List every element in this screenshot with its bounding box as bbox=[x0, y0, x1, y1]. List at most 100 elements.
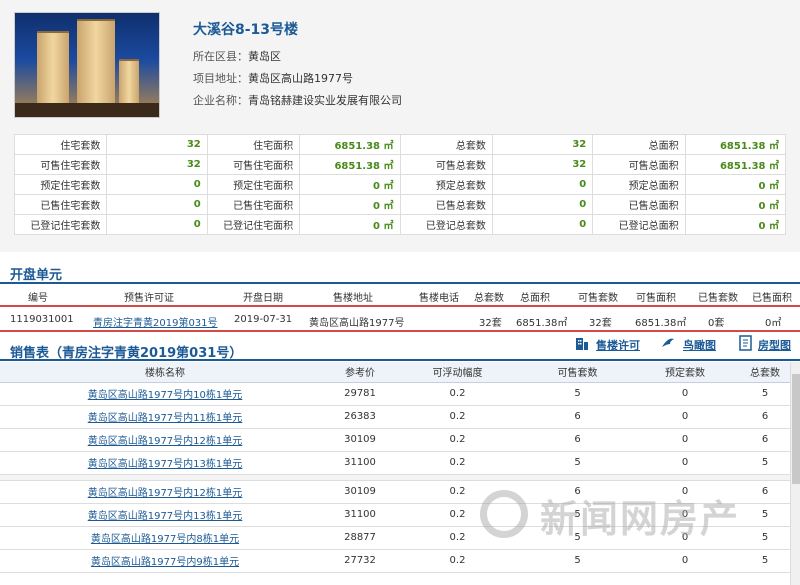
sales-cell: 6 bbox=[525, 405, 630, 429]
floorplan-icon bbox=[739, 335, 752, 351]
stat-value: 0 ㎡ bbox=[299, 174, 401, 195]
sales-cell: 31100 bbox=[330, 451, 390, 475]
opening-header: 总面积 bbox=[520, 293, 550, 304]
project-photo[interactable] bbox=[14, 12, 160, 118]
building-link[interactable]: 黄岛区高山路1977号内13栋1单元 bbox=[0, 503, 330, 527]
stat-label: 可售住宅套数 bbox=[13, 154, 108, 175]
table-row: 黄岛区高山路1977号内11栋1单元 26383 0.2 6 0 6 bbox=[0, 405, 790, 429]
table-row: 黄岛区高山路1977号内13栋1单元 31100 0.2 5 0 5 bbox=[0, 451, 790, 475]
building-link[interactable]: 黄岛区高山路1977号内13栋1单元 bbox=[0, 451, 330, 475]
sales-cell: 5 bbox=[740, 549, 790, 573]
building-icon bbox=[576, 338, 588, 350]
stat-value: 0 ㎡ bbox=[299, 194, 401, 215]
stat-label: 预定住宅套数 bbox=[13, 174, 108, 195]
building-link[interactable]: 黄岛区高山路1977号内12栋1单元 bbox=[0, 480, 330, 504]
stat-value: 0 bbox=[106, 174, 208, 195]
stat-value: 0 bbox=[491, 174, 594, 195]
stat-value: 32 bbox=[491, 134, 594, 155]
sales-cell: 5 bbox=[740, 382, 790, 406]
sales-cell: 0.2 bbox=[390, 405, 525, 429]
opening-header: 可售面积 bbox=[636, 293, 676, 304]
sales-header: 预定套数 bbox=[630, 362, 740, 383]
sales-cell: 0 bbox=[630, 549, 740, 573]
sales-cell: 30109 bbox=[330, 428, 390, 452]
stats-table: 住宅套数 32 住宅面积 6851.38 ㎡总套数 32 总面积 6851.38 ㎡可售住宅… bbox=[13, 134, 787, 235]
opening-header-divider bbox=[0, 305, 800, 307]
sales-permit-button[interactable]: 售楼许可 bbox=[596, 337, 640, 353]
opening-total: 32套 bbox=[479, 318, 502, 329]
stat-label: 预定总面积 bbox=[592, 174, 686, 195]
sales-cell: 5 bbox=[525, 451, 630, 475]
stat-value: 6851.38 ㎡ bbox=[299, 134, 401, 155]
opening-sold: 0套 bbox=[708, 318, 725, 329]
stat-label: 已售总面积 bbox=[592, 194, 686, 215]
stats-row: 住宅套数 32 住宅面积 6851.38 ㎡总套数 32 总面积 6851.38 ㎡ bbox=[13, 134, 787, 155]
sales-header: 参考价 bbox=[330, 362, 390, 383]
stat-label: 总面积 bbox=[592, 134, 686, 155]
opening-avail-area: 6851.38㎡ bbox=[635, 318, 687, 329]
opening-header: 售楼地址 bbox=[333, 293, 373, 304]
opening-permit-link[interactable]: 青房注字青黄2019第031号 bbox=[93, 314, 218, 329]
building-link[interactable]: 黄岛区高山路1977号内12栋1单元 bbox=[0, 428, 330, 452]
sales-header: 总套数 bbox=[740, 362, 790, 383]
address-value: 黄岛区高山路1977号 bbox=[248, 72, 353, 85]
sales-scrollbar[interactable] bbox=[790, 362, 800, 585]
stat-value: 0 bbox=[491, 214, 594, 235]
stat-value: 0 bbox=[106, 214, 208, 235]
watermark-logo bbox=[480, 490, 528, 538]
sales-cell: 6 bbox=[740, 480, 790, 504]
watermark-text: 新闻网房产 bbox=[540, 497, 741, 541]
table-row: 黄岛区高山路1977号内9栋1单元 27732 0.2 5 0 5 bbox=[0, 549, 790, 573]
opening-sold-area: 0㎡ bbox=[765, 318, 782, 329]
opening-address: 黄岛区高山路1977号 bbox=[309, 318, 405, 329]
opening-header: 预售许可证 bbox=[124, 293, 174, 304]
sales-cell: 5 bbox=[740, 451, 790, 475]
building-link[interactable]: 黄岛区高山路1977号内10栋1单元 bbox=[0, 382, 330, 406]
stat-label: 已登记住宅套数 bbox=[13, 214, 108, 235]
sales-divider bbox=[0, 359, 800, 361]
sales-cell: 5 bbox=[525, 382, 630, 406]
stat-value: 6851.38 ㎡ bbox=[684, 154, 787, 175]
sales-cell: 6 bbox=[740, 428, 790, 452]
sales-cell: 29781 bbox=[330, 382, 390, 406]
building-link[interactable]: 黄岛区高山路1977号内11栋1单元 bbox=[0, 405, 330, 429]
opening-header: 开盘日期 bbox=[243, 293, 283, 304]
sales-cell: 27732 bbox=[330, 549, 390, 573]
sales-cell: 28877 bbox=[330, 526, 390, 550]
stat-label: 住宅面积 bbox=[206, 134, 301, 155]
stat-label: 已售住宅套数 bbox=[13, 194, 108, 215]
building-link[interactable]: 黄岛区高山路1977号内9栋1单元 bbox=[0, 549, 330, 573]
sales-cell: 0.2 bbox=[390, 428, 525, 452]
sales-cell: 6 bbox=[525, 428, 630, 452]
aerial-view-button[interactable]: 鸟瞰图 bbox=[683, 337, 716, 353]
opening-header: 编号 bbox=[28, 293, 48, 304]
district-label: 所在区县： bbox=[193, 50, 248, 63]
stat-label: 已售总套数 bbox=[399, 194, 493, 215]
stat-value: 6851.38 ㎡ bbox=[299, 154, 401, 175]
project-header: 大溪谷8-13号楼 所在区县：黄岛区 项目地址：黄岛区高山路1977号 企业名称… bbox=[0, 0, 800, 252]
stat-label: 可售总套数 bbox=[399, 154, 493, 175]
sales-cell: 5 bbox=[740, 503, 790, 527]
opening-row-divider bbox=[0, 330, 800, 332]
stat-value: 0 bbox=[491, 194, 594, 215]
stat-label: 住宅套数 bbox=[13, 134, 108, 155]
stat-label: 已登记住宅面积 bbox=[206, 214, 301, 235]
opening-header: 已售面积 bbox=[752, 293, 792, 304]
stat-label: 预定总套数 bbox=[399, 174, 493, 195]
table-row: 黄岛区高山路1977号内12栋1单元 30109 0.2 6 0 6 bbox=[0, 428, 790, 452]
address-row: 项目地址：黄岛区高山路1977号 bbox=[193, 70, 353, 86]
opening-header: 已售套数 bbox=[698, 293, 738, 304]
stat-label: 已登记总面积 bbox=[592, 214, 686, 235]
stat-value: 0 ㎡ bbox=[684, 174, 787, 195]
address-label: 项目地址： bbox=[193, 72, 248, 85]
stat-label: 可售总面积 bbox=[592, 154, 686, 175]
opening-divider bbox=[0, 282, 800, 284]
floor-plan-button[interactable]: 房型图 bbox=[758, 337, 791, 353]
opening-id: 1119031001 bbox=[10, 314, 74, 325]
sales-cell: 5 bbox=[525, 549, 630, 573]
project-title: 大溪谷8-13号楼 bbox=[193, 22, 299, 38]
stat-value: 0 bbox=[106, 194, 208, 215]
stat-label: 总套数 bbox=[399, 134, 493, 155]
company-value: 青岛铭赫建设实业发展有限公司 bbox=[248, 94, 402, 107]
building-link[interactable]: 黄岛区高山路1977号内8栋1单元 bbox=[0, 526, 330, 550]
